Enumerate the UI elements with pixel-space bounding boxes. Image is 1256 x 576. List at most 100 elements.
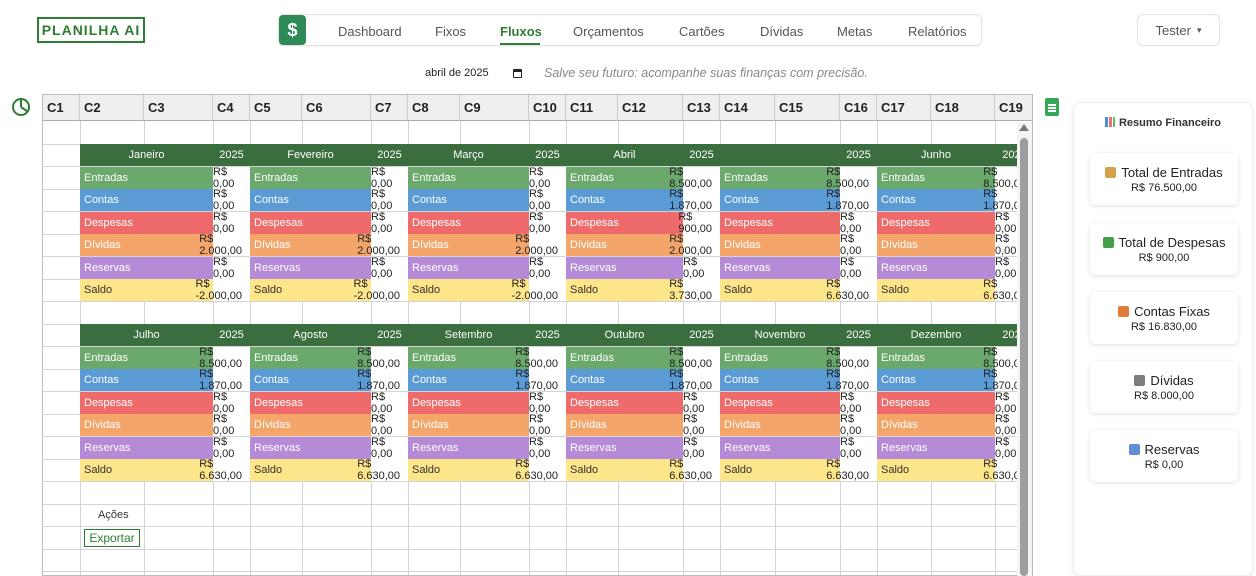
value-cell[interactable]: R$ 0,00 [529,436,566,460]
value-cell[interactable]: R$ 6.630,00 [515,458,566,482]
value-cell[interactable]: R$ 0,00 [371,188,408,212]
value-cell[interactable]: R$ 2.000,00 [669,233,720,257]
row-label-despesas[interactable]: Despesas [720,211,840,234]
row-label-reservas[interactable]: Reservas [250,256,371,279]
value-cell[interactable]: R$ 6.630,00 [357,458,408,482]
row-label-dividas[interactable]: Dívidas [877,414,995,436]
row-label-contas[interactable]: Contas [408,189,529,211]
value-cell[interactable]: R$ 0,00 [529,211,566,235]
row-label-dividas[interactable]: Dívidas [720,414,840,436]
scroll-up-icon[interactable] [1019,124,1029,131]
value-cell[interactable]: R$ 0,00 [371,256,408,280]
value-cell[interactable]: R$ 6.630,00 [669,458,720,482]
value-cell[interactable]: R$ 0,00 [840,256,877,280]
row-label-dividas[interactable]: Dívidas [250,234,371,256]
value-cell[interactable]: R$ 1.870,00 [357,368,408,392]
pie-chart-icon[interactable] [12,98,30,116]
month-name-cell[interactable]: Outubro [566,324,683,346]
value-cell[interactable]: R$ 0,00 [840,211,877,235]
vertical-scrollbar[interactable] [1017,122,1032,576]
column-header[interactable]: C7 [371,95,408,121]
row-label-entradas[interactable]: Entradas [250,346,371,369]
row-label-saldo[interactable]: Saldo [250,459,371,481]
row-label-saldo[interactable]: Saldo [80,459,213,481]
row-label-dividas[interactable]: Dívidas [877,234,995,256]
row-label-dividas[interactable]: Dívidas [408,414,529,436]
value-cell[interactable]: R$ 2.000,00 [357,233,408,257]
value-cell[interactable]: R$ 900,00 [678,211,720,235]
value-cell[interactable]: R$ 0,00 [529,256,566,280]
column-header[interactable]: C15 [775,95,840,121]
value-cell[interactable]: R$ 8.500,00 [669,166,720,190]
column-header[interactable]: C11 [566,95,618,121]
value-cell[interactable]: R$ 0,00 [840,436,877,460]
value-cell[interactable]: R$ 0,00 [683,391,720,415]
row-label-contas[interactable]: Contas [877,189,995,211]
value-cell[interactable]: R$ 0,00 [371,166,408,190]
row-label-despesas[interactable]: Despesas [80,211,213,234]
value-cell[interactable]: R$ 0,00 [213,391,250,415]
value-cell[interactable]: R$ 0,00 [213,256,250,280]
value-cell[interactable]: R$ 8.500,00 [669,346,720,370]
value-cell[interactable]: R$ 1.870,00 [669,368,720,392]
row-label-dividas[interactable]: Dívidas [250,414,371,436]
row-label-reservas[interactable]: Reservas [250,436,371,459]
value-cell[interactable]: R$ 0,00 [371,391,408,415]
row-label-contas[interactable]: Contas [566,369,683,391]
month-year-cell[interactable]: 2025 [371,144,408,166]
value-cell[interactable]: R$ -2.000,00 [354,278,408,302]
month-picker[interactable]: abril de 2025 [425,67,525,83]
nav-item-orcamentos[interactable]: Orçamentos [573,24,644,39]
value-cell[interactable]: R$ 8.500,00 [826,166,877,190]
value-cell[interactable]: R$ 3.730,00 [669,278,720,302]
column-header[interactable]: C3 [144,95,213,121]
value-cell[interactable]: R$ 0,00 [840,391,877,415]
row-label-despesas[interactable]: Despesas [408,211,529,234]
value-cell[interactable]: R$ 0,00 [683,436,720,460]
row-label-contas[interactable]: Contas [566,189,683,211]
nav-item-relatorios[interactable]: Relatórios [908,24,967,39]
row-label-saldo[interactable]: Saldo [566,459,683,481]
row-label-saldo[interactable]: Saldo [408,459,529,481]
value-cell[interactable]: R$ 6.630,00 [199,458,250,482]
row-label-saldo[interactable]: Saldo [720,279,840,301]
value-cell[interactable]: R$ 0,00 [213,166,250,190]
month-year-cell[interactable]: 2025 [213,324,250,346]
value-cell[interactable]: R$ 0,00 [213,188,250,212]
row-label-entradas[interactable]: Entradas [720,166,840,189]
month-year-cell[interactable]: 2025 [371,324,408,346]
value-cell[interactable]: R$ 2.000,00 [199,233,250,257]
value-cell[interactable]: R$ 1.870,00 [199,368,250,392]
month-year-cell[interactable]: 2025 [683,324,720,346]
month-name-cell[interactable]: Julho [80,324,213,346]
row-label-dividas[interactable]: Dívidas [408,234,529,256]
month-name-cell[interactable]: Abril [566,144,683,166]
row-label-entradas[interactable]: Entradas [408,346,529,369]
row-label-reservas[interactable]: Reservas [80,256,213,279]
row-label-entradas[interactable]: Entradas [566,166,683,189]
row-label-dividas[interactable]: Dívidas [720,234,840,256]
row-label-saldo[interactable]: Saldo [877,459,995,481]
value-cell[interactable]: R$ 8.500,00 [199,346,250,370]
column-header[interactable]: C16 [840,95,877,121]
value-cell[interactable]: R$ 0,00 [529,391,566,415]
value-cell[interactable]: R$ 0,00 [213,211,250,235]
user-menu-button[interactable]: Tester ▾ [1137,14,1220,46]
row-label-reservas[interactable]: Reservas [566,436,683,459]
column-header[interactable]: C9 [460,95,529,121]
app-logo[interactable]: PLANILHA AI [37,17,145,43]
value-cell[interactable]: R$ 0,00 [529,413,566,437]
value-cell[interactable]: R$ 2.000,00 [515,233,566,257]
value-cell[interactable]: R$ 0,00 [213,413,250,437]
row-label-entradas[interactable]: Entradas [408,166,529,189]
value-cell[interactable]: R$ 0,00 [840,413,877,437]
column-header[interactable]: C13 [683,95,720,121]
value-cell[interactable]: R$ 0,00 [371,436,408,460]
month-year-cell[interactable]: 2025 [529,144,566,166]
row-label-reservas[interactable]: Reservas [408,436,529,459]
row-label-despesas[interactable]: Despesas [566,391,683,414]
row-label-despesas[interactable]: Despesas [720,391,840,414]
row-label-reservas[interactable]: Reservas [408,256,529,279]
month-year-cell[interactable]: 2025 [840,324,877,346]
value-cell[interactable]: R$ 6.630,00 [826,458,877,482]
